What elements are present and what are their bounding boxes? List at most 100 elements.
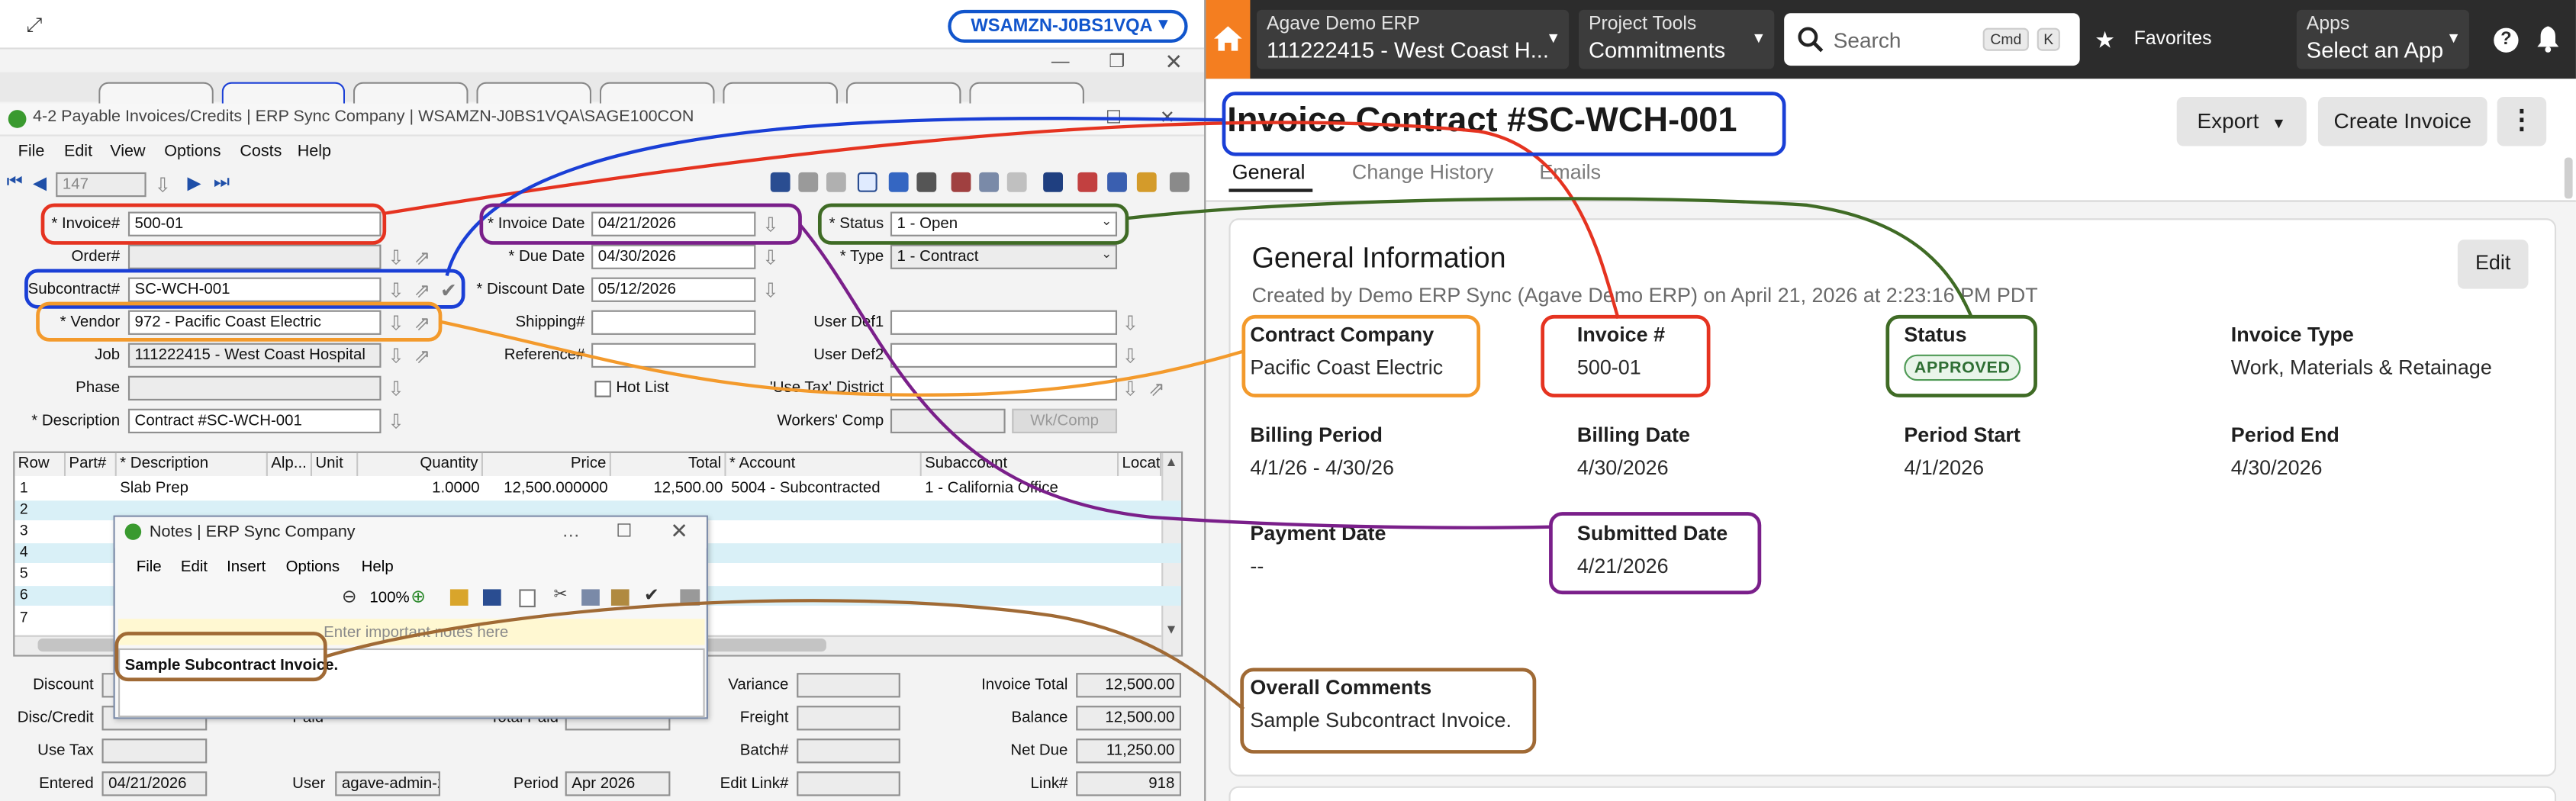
cut-icon[interactable] (951, 172, 971, 192)
wk-comp-button[interactable]: Wk/Comp (1012, 408, 1118, 434)
down-arrow-icon[interactable]: ⇩ (762, 248, 779, 268)
column-header[interactable]: Subaccount (921, 452, 1119, 476)
type-select[interactable]: 1 - Contract ⌄ (890, 244, 1118, 269)
entered-field[interactable]: 04/21/2026 (101, 771, 208, 796)
save-icon[interactable] (482, 589, 501, 606)
user-field[interactable]: agave-admin-2 (335, 771, 441, 796)
description-field[interactable]: Contract #SC-WCH-001 (127, 408, 382, 434)
restore-icon[interactable]: ☐ (1106, 107, 1122, 128)
menu-costs[interactable]: Costs (240, 143, 282, 161)
notes-menu-options[interactable]: Options (286, 558, 340, 577)
down-arrow-icon[interactable]: ⇩ (154, 175, 171, 195)
zoom-out-icon[interactable]: ⊖ (342, 586, 357, 607)
record-number-field[interactable]: 147 (56, 172, 147, 198)
notes-icon[interactable] (857, 172, 877, 192)
phase-field[interactable] (127, 375, 382, 400)
prev-record-icon[interactable]: ◀ (33, 172, 47, 194)
down-arrow-icon[interactable]: ⇩ (388, 379, 404, 399)
column-header[interactable]: Quantity (358, 452, 483, 476)
down-arrow-icon[interactable]: ⇩ (388, 412, 404, 432)
new-page-icon[interactable] (519, 589, 536, 608)
zoom-in-icon[interactable]: ⊕ (411, 586, 426, 607)
notes-menu-file[interactable]: File (137, 558, 162, 577)
notes-menu-help[interactable]: Help (362, 558, 394, 577)
discount-date-field[interactable]: 05/12/2026 (591, 277, 756, 302)
user-def2-field[interactable] (890, 343, 1118, 368)
close-icon[interactable]: ✕ (670, 519, 687, 545)
desktop-tab[interactable] (221, 82, 346, 105)
restore-icon[interactable]: ☐ (616, 520, 632, 542)
restore-icon[interactable]: ❐ (1109, 51, 1125, 72)
search-input[interactable]: Search (1834, 28, 1901, 53)
minimize-icon[interactable]: — (1051, 53, 1070, 72)
down-arrow-icon[interactable]: ⇩ (388, 346, 404, 366)
notes-editor[interactable]: Sample Subcontract Invoice. (118, 648, 705, 718)
link-icon[interactable]: ⇗ (414, 248, 431, 268)
tab-emails[interactable]: Emails (1539, 161, 1601, 184)
down-arrow-icon[interactable]: ⇩ (388, 314, 404, 333)
line-total[interactable]: 12,500.00 (611, 479, 723, 499)
create-invoice-button[interactable]: Create Invoice (2317, 96, 2487, 146)
column-header[interactable]: Locati (1119, 452, 1162, 476)
page-scrollbar[interactable] (2564, 157, 2573, 199)
freight-field[interactable] (797, 706, 900, 731)
column-header[interactable]: Alp... (267, 452, 313, 476)
save-icon[interactable] (770, 172, 791, 192)
calendar-icon[interactable] (1043, 172, 1063, 192)
hot-list-checkbox[interactable] (594, 381, 611, 397)
find-icon[interactable] (916, 172, 937, 192)
menu-view[interactable]: View (110, 143, 145, 161)
due-date-field[interactable]: 04/30/2026 (591, 244, 756, 269)
reference-field[interactable] (591, 343, 756, 368)
column-header[interactable]: Part# (66, 452, 117, 476)
line-subaccount[interactable]: 1 - California Office (925, 479, 1119, 499)
more-options-icon[interactable]: ⋮ (2497, 96, 2547, 146)
line-description[interactable]: Slab Prep (120, 479, 268, 499)
column-header[interactable]: Price (482, 452, 611, 476)
cut-icon[interactable]: ✂ (554, 586, 568, 604)
desktop-tab[interactable] (723, 82, 839, 105)
print-icon[interactable] (826, 172, 846, 192)
copy-icon[interactable] (979, 172, 1000, 192)
user-def1-field[interactable] (890, 310, 1118, 335)
menu-edit[interactable]: Edit (64, 143, 92, 161)
invoice-date-field[interactable]: 04/21/2026 (591, 211, 756, 236)
link-icon[interactable]: ⇗ (414, 346, 431, 366)
close-icon[interactable]: ✕ (1160, 107, 1175, 128)
desktop-tab[interactable] (476, 82, 592, 105)
export-button[interactable]: Export ▼ (2176, 96, 2307, 146)
invoice-total-field[interactable]: 12,500.00 (1076, 673, 1182, 698)
minimize-icon[interactable]: … (562, 522, 580, 542)
link-field[interactable]: 918 (1076, 771, 1182, 796)
open-folder-icon[interactable] (449, 589, 469, 606)
note-icon[interactable] (1136, 172, 1157, 192)
scroll-up-icon[interactable]: ▲ (1164, 455, 1177, 469)
notes-menu-edit[interactable]: Edit (181, 558, 208, 577)
printer-icon[interactable] (1169, 172, 1190, 192)
link-icon[interactable]: ⇗ (414, 314, 431, 333)
balance-field[interactable]: 12,500.00 (1076, 706, 1182, 731)
search-box[interactable]: Search Cmd K (1784, 13, 2080, 66)
attachment-icon[interactable] (1107, 172, 1127, 192)
first-record-icon[interactable]: ⏮ (7, 172, 23, 194)
desktop-tab[interactable] (98, 82, 214, 105)
variance-field[interactable] (797, 673, 900, 698)
subcontract-field[interactable]: SC-WCH-001 (127, 277, 382, 302)
column-header[interactable]: Total (610, 452, 726, 476)
home-button[interactable] (1206, 0, 1251, 79)
desktop-tab[interactable] (353, 82, 469, 105)
menu-options[interactable]: Options (164, 143, 221, 161)
minimize-icon[interactable]: — (1051, 108, 1070, 128)
line-account[interactable]: 5004 - Subcontracted (731, 479, 922, 499)
down-arrow-icon[interactable]: ⇩ (388, 248, 404, 268)
copy-record-icon[interactable] (798, 172, 819, 192)
line-quantity[interactable]: 1.0000 (358, 479, 480, 499)
column-header[interactable]: * Description (116, 452, 268, 476)
edit-link-field[interactable] (797, 771, 900, 796)
down-arrow-icon[interactable]: ⇩ (388, 281, 404, 301)
batch-field[interactable] (797, 738, 900, 764)
edit-button[interactable]: Edit (2457, 240, 2529, 289)
down-arrow-icon[interactable]: ⇩ (762, 215, 779, 235)
job-field[interactable]: 111222415 - West Coast Hospital (127, 343, 382, 368)
tool-selector[interactable]: Project Tools Commitments ▼ (1579, 9, 1775, 69)
